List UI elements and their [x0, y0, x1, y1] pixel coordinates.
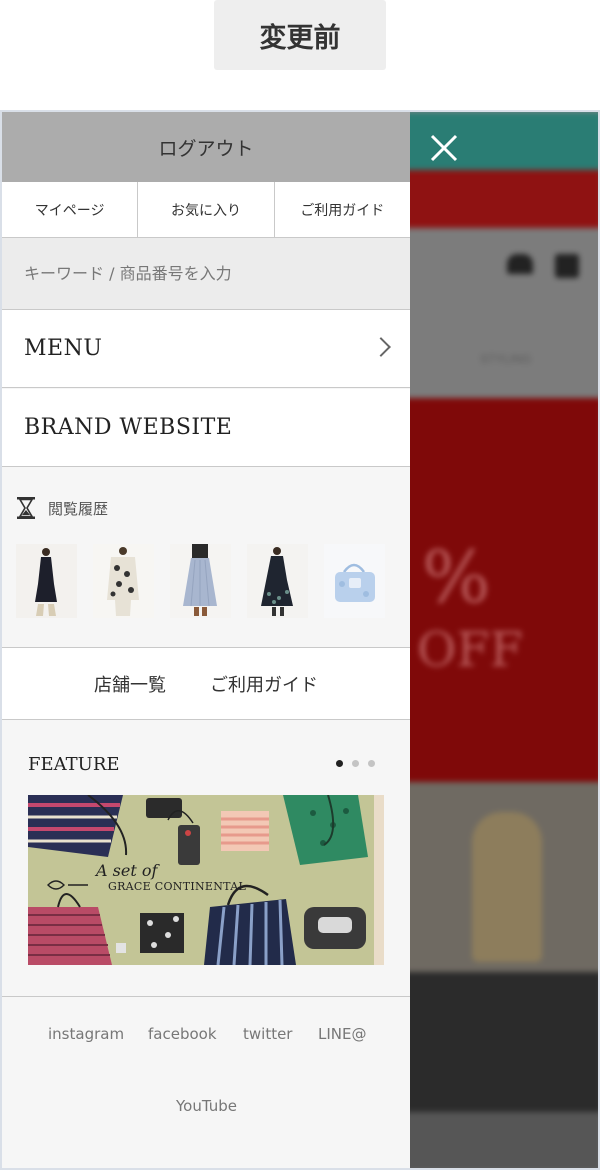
- sale-off: OFF: [417, 622, 523, 678]
- close-icon[interactable]: [422, 126, 466, 170]
- menu-link[interactable]: MENU: [2, 310, 410, 388]
- line-link[interactable]: LINE@: [318, 1025, 366, 1043]
- sale-percent: %: [422, 535, 491, 619]
- twitter-link[interactable]: twitter: [243, 1025, 292, 1043]
- search-input[interactable]: [24, 253, 384, 294]
- carousel-dots: [336, 760, 375, 767]
- history-title: 閲覧履歴: [48, 499, 109, 518]
- phone-screen: STYLING % OFF ログアウト マイページ お気に入り ご利用ガイド M…: [0, 110, 600, 1170]
- favorite-icon: [507, 254, 533, 274]
- history-item-pleated-skirt[interactable]: [170, 544, 231, 618]
- facebook-link[interactable]: facebook: [148, 1025, 217, 1043]
- styling-tab: STYLING: [480, 352, 532, 366]
- feature-banner[interactable]: A set of GRACE CONTINENTAL: [28, 795, 384, 965]
- feature-title: FEATURE: [28, 754, 120, 775]
- guide-link[interactable]: ご利用ガイド: [275, 182, 410, 237]
- history-heading: 閲覧履歴: [16, 496, 108, 520]
- secondary-links: 店舗一覧 ご利用ガイド: [2, 648, 410, 720]
- chevron-right-icon: [371, 337, 391, 357]
- cart-icon: [555, 254, 579, 278]
- favorites-link[interactable]: お気に入り: [138, 182, 275, 237]
- history-item-printed-blouse[interactable]: [93, 544, 154, 618]
- user-guide-link[interactable]: ご利用ガイド: [210, 671, 318, 697]
- banner-text-1: A set of: [96, 861, 158, 880]
- brand-website-link[interactable]: BRAND WEBSITE: [2, 389, 410, 467]
- instagram-link[interactable]: instagram: [48, 1025, 124, 1043]
- carousel-dot-1[interactable]: [336, 760, 343, 767]
- history-item-blue-handbag[interactable]: [324, 544, 385, 618]
- side-drawer: ログアウト マイページ お気に入り ご利用ガイド MENU BRAND WEBS…: [2, 112, 410, 1168]
- feature-section: FEATURE A set of GRACE CONTINENTAL: [2, 720, 410, 997]
- quick-nav: マイページ お気に入り ご利用ガイド: [2, 182, 410, 238]
- before-change-label: 変更前: [214, 0, 386, 70]
- carousel-dot-3[interactable]: [368, 760, 375, 767]
- hourglass-icon: [17, 497, 35, 519]
- history-thumbnails: [16, 544, 385, 618]
- menu-label: MENU: [24, 336, 103, 361]
- brand-website-label: BRAND WEBSITE: [24, 415, 233, 440]
- logout-button[interactable]: ログアウト: [2, 112, 410, 182]
- history-item-floral-dress[interactable]: [247, 544, 308, 618]
- youtube-link[interactable]: YouTube: [176, 1097, 237, 1115]
- browsing-history: 閲覧履歴: [2, 468, 410, 648]
- model-figure: [472, 812, 542, 962]
- history-item-black-dress[interactable]: [16, 544, 77, 618]
- search-bar: [2, 238, 410, 310]
- carousel-dot-2[interactable]: [352, 760, 359, 767]
- store-list-link[interactable]: 店舗一覧: [94, 671, 166, 697]
- social-links: instagram facebook twitter LINE@ YouTube: [2, 997, 410, 1168]
- banner-text-2: GRACE CONTINENTAL: [108, 880, 247, 893]
- mypage-link[interactable]: マイページ: [2, 182, 139, 237]
